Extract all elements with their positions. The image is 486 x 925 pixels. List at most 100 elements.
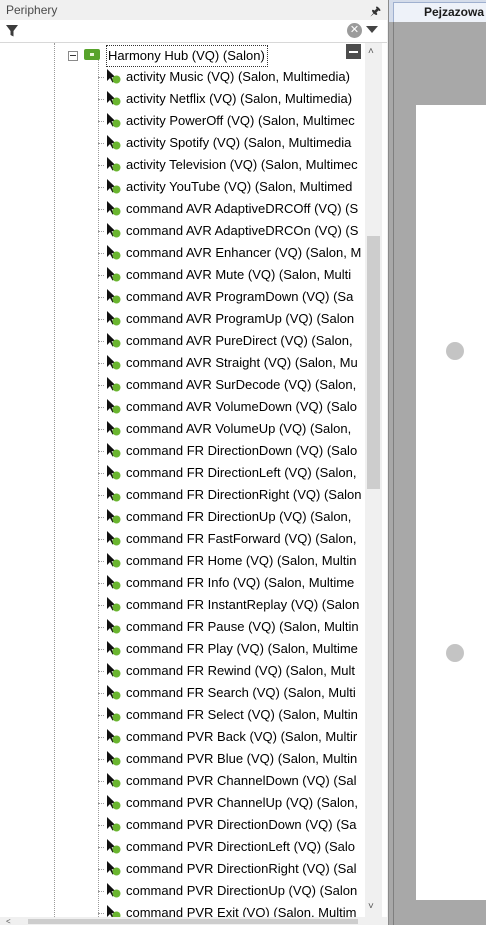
tree-item[interactable]: command PVR DirectionDown (VQ) (Sa [0, 814, 365, 836]
tree-item[interactable]: command AVR PureDirect (VQ) (Salon, [0, 330, 365, 352]
tree-connector [98, 473, 104, 474]
tree-item[interactable]: command PVR Exit (VQ) (Salon, Multim [0, 902, 365, 917]
tree-item[interactable]: command FR Rewind (VQ) (Salon, Mult [0, 660, 365, 682]
panel-title: Periphery [6, 3, 58, 17]
tree-item[interactable]: activity Music (VQ) (Salon, Multimedia) [0, 66, 365, 88]
filter-dropdown-icon[interactable] [366, 26, 378, 33]
activity-node-icon [107, 135, 121, 150]
tree-item[interactable]: command AVR VolumeDown (VQ) (Salo [0, 396, 365, 418]
tree-item[interactable]: command PVR DirectionRight (VQ) (Sal [0, 858, 365, 880]
tree-item[interactable]: command AVR AdaptiveDRCOn (VQ) (S [0, 220, 365, 242]
filter-input[interactable] [24, 22, 348, 40]
vertical-scrollbar[interactable]: ˄ ˅ [365, 43, 382, 917]
activity-node-icon [107, 487, 121, 502]
tree-connector [98, 99, 104, 100]
tree-item-label: command PVR ChannelUp (VQ) (Salon, [126, 795, 358, 810]
resize-handle[interactable] [446, 644, 464, 662]
tree-item[interactable]: command FR FastForward (VQ) (Salon, [0, 528, 365, 550]
tab-pejzazowa[interactable]: Pejzazowa [393, 2, 486, 22]
tree-item[interactable]: command PVR Back (VQ) (Salon, Multir [0, 726, 365, 748]
activity-node-icon [107, 773, 121, 788]
activity-node-icon [107, 443, 121, 458]
horizontal-scroll-thumb[interactable] [28, 919, 358, 924]
tree-item-label: command AVR VolumeDown (VQ) (Salo [126, 399, 357, 414]
tree-item-label: command FR Play (VQ) (Salon, Multime [126, 641, 358, 656]
tree-item[interactable]: command FR Pause (VQ) (Salon, Multin [0, 616, 365, 638]
tree-item[interactable]: command AVR SurDecode (VQ) (Salon, [0, 374, 365, 396]
tree-item-label: activity Music (VQ) (Salon, Multimedia) [126, 69, 350, 84]
activity-node-icon [107, 751, 121, 766]
tree-connector [98, 121, 104, 122]
tree-item[interactable]: command AVR Straight (VQ) (Salon, Mu [0, 352, 365, 374]
scroll-thumb[interactable] [367, 236, 380, 489]
tree-connector [98, 583, 104, 584]
scroll-up-icon[interactable]: ˄ [368, 46, 374, 57]
tree-item[interactable]: command FR Home (VQ) (Salon, Multin [0, 550, 365, 572]
tree-connector [98, 451, 104, 452]
tree-connector [98, 891, 104, 892]
canvas[interactable] [393, 22, 486, 925]
activity-node-icon [107, 91, 121, 106]
activity-node-icon [107, 641, 121, 656]
tree-item[interactable]: activity Spotify (VQ) (Salon, Multimedia [0, 132, 365, 154]
activity-node-icon [107, 421, 121, 436]
horizontal-scrollbar[interactable]: ˂ [0, 917, 387, 925]
tree-item[interactable]: command FR Search (VQ) (Salon, Multi [0, 682, 365, 704]
tree-item[interactable]: command AVR ProgramDown (VQ) (Sa [0, 286, 365, 308]
activity-node-icon [107, 179, 121, 194]
tree-item[interactable]: command PVR DirectionUp (VQ) (Salon [0, 880, 365, 902]
page-sheet[interactable] [416, 105, 486, 900]
tree-parent-label[interactable]: Harmony Hub (VQ) (Salon) [106, 45, 268, 67]
tree-connector [98, 363, 104, 364]
tree-item-label: command AVR Straight (VQ) (Salon, Mu [126, 355, 358, 370]
tree-item[interactable]: command FR Info (VQ) (Salon, Multime [0, 572, 365, 594]
activity-node-icon [107, 157, 121, 172]
tree-item[interactable]: command PVR DirectionLeft (VQ) (Salo [0, 836, 365, 858]
activity-node-icon [107, 905, 121, 917]
tree-item[interactable]: command FR DirectionLeft (VQ) (Salon, [0, 462, 365, 484]
collapse-toggle-icon[interactable] [68, 51, 78, 61]
scroll-down-icon[interactable]: ˅ [368, 901, 374, 912]
tree-connector [98, 737, 104, 738]
tree-item[interactable]: command AVR Mute (VQ) (Salon, Multi [0, 264, 365, 286]
tree-item[interactable]: activity Television (VQ) (Salon, Multime… [0, 154, 365, 176]
tree-item[interactable]: command FR InstantReplay (VQ) (Salon [0, 594, 365, 616]
clear-filter-icon[interactable]: ✕ [347, 23, 362, 38]
scroll-left-icon[interactable]: ˂ [6, 917, 11, 925]
activity-node-icon [107, 69, 121, 84]
tree-item[interactable]: command PVR Blue (VQ) (Salon, Multin [0, 748, 365, 770]
tree-item[interactable]: command FR DirectionDown (VQ) (Salo [0, 440, 365, 462]
activity-node-icon [107, 729, 121, 744]
activity-node-icon [107, 597, 121, 612]
tree-item[interactable]: command AVR Enhancer (VQ) (Salon, M [0, 242, 365, 264]
collapse-all-button[interactable] [346, 44, 361, 59]
tree-parent-row[interactable]: Harmony Hub (VQ) (Salon) [0, 44, 365, 67]
tree-item[interactable]: command FR Play (VQ) (Salon, Multime [0, 638, 365, 660]
tree-item-label: command AVR PureDirect (VQ) (Salon, [126, 333, 353, 348]
tree-item[interactable]: command FR DirectionRight (VQ) (Salon [0, 484, 365, 506]
tree-item-label: command AVR AdaptiveDRCOn (VQ) (S [126, 223, 359, 238]
tree-item[interactable]: command FR Select (VQ) (Salon, Multin [0, 704, 365, 726]
activity-node-icon [107, 861, 121, 876]
resize-handle[interactable] [446, 342, 464, 360]
activity-node-icon [107, 817, 121, 832]
tree-item[interactable]: command AVR ProgramUp (VQ) (Salon [0, 308, 365, 330]
tree-item[interactable]: command PVR ChannelUp (VQ) (Salon, [0, 792, 365, 814]
tree-item-label: command PVR Back (VQ) (Salon, Multir [126, 729, 358, 744]
activity-node-icon [107, 575, 121, 590]
tree-item[interactable]: command PVR ChannelDown (VQ) (Sal [0, 770, 365, 792]
tree-item-label: command FR Search (VQ) (Salon, Multi [126, 685, 356, 700]
tree-item[interactable]: command AVR VolumeUp (VQ) (Salon, [0, 418, 365, 440]
tree-item[interactable]: activity PowerOff (VQ) (Salon, Multimec [0, 110, 365, 132]
tree-item-label: command FR DirectionLeft (VQ) (Salon, [126, 465, 357, 480]
tree-connector [98, 341, 104, 342]
tree-item[interactable]: activity Netflix (VQ) (Salon, Multimedia… [0, 88, 365, 110]
tree-item-label: command PVR DirectionRight (VQ) (Sal [126, 861, 357, 876]
harmony-hub-icon [84, 49, 100, 60]
tree-connector [98, 165, 104, 166]
tree-item-label: command AVR Enhancer (VQ) (Salon, M [126, 245, 362, 260]
tree-item[interactable]: command AVR AdaptiveDRCOff (VQ) (S [0, 198, 365, 220]
tree-item[interactable]: command FR DirectionUp (VQ) (Salon, [0, 506, 365, 528]
tree-item-label: command FR Pause (VQ) (Salon, Multin [126, 619, 359, 634]
tree-item[interactable]: activity YouTube (VQ) (Salon, Multimed [0, 176, 365, 198]
